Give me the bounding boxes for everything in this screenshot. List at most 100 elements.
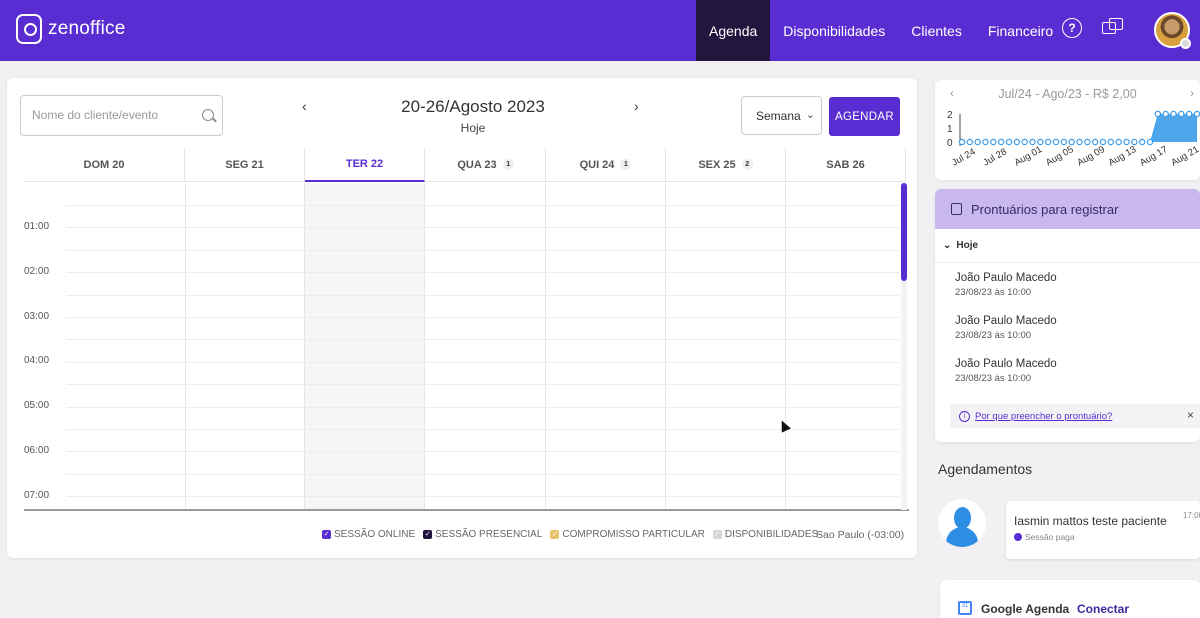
hour-label: 01:00 <box>24 221 50 232</box>
google-agenda-label: Google Agenda <box>981 602 1070 616</box>
day-header[interactable]: SAB 26 <box>786 148 906 182</box>
payment-status: Sessão paga <box>1014 532 1075 542</box>
day-header[interactable]: DOM 20 <box>24 148 185 182</box>
data-point <box>1146 138 1154 146</box>
event-count-badge: 1 <box>502 159 514 170</box>
data-point <box>1060 138 1068 146</box>
data-point <box>958 138 966 146</box>
x-tick-label: Aug 05 <box>1044 144 1076 169</box>
agendar-button[interactable]: AGENDAR <box>829 97 900 136</box>
x-tick-label: Aug 09 <box>1075 144 1107 169</box>
info-icon: i <box>959 410 970 422</box>
patient-avatar-icon <box>938 499 986 547</box>
day-header[interactable]: SEG 21 <box>185 148 305 182</box>
hour-label: 03:00 <box>24 310 50 322</box>
today-link[interactable]: Hoje <box>337 121 609 135</box>
scrollbar-thumb[interactable] <box>901 183 907 281</box>
why-link[interactable]: Por que preencher o prontuário? <box>975 411 1112 422</box>
day-label: SEX 25 <box>698 158 736 171</box>
legend-item[interactable]: ✓ COMPROMISSO PARTICULAR <box>550 529 705 540</box>
event-count-badge: 2 <box>741 159 753 170</box>
checkbox-icon[interactable]: ✓ <box>712 530 722 539</box>
day-column[interactable] <box>66 183 186 509</box>
y-tick-label: 2 <box>947 110 953 121</box>
help-icon[interactable]: ? <box>1062 18 1082 38</box>
day-label: SEG 21 <box>225 158 264 171</box>
legend-item[interactable]: ✓ SESSÃO ONLINE <box>322 529 415 540</box>
data-point <box>1044 138 1052 146</box>
day-column[interactable] <box>546 183 666 509</box>
grid-line <box>66 384 899 386</box>
checkbox-icon[interactable]: ✓ <box>322 530 331 539</box>
appointment-date: 23/08/23 às 10:00 <box>955 330 1032 341</box>
day-header[interactable]: QUA 23 1 <box>426 148 546 182</box>
data-point <box>1123 138 1130 146</box>
chevron-down-icon: ⌄ <box>805 109 815 121</box>
x-tick-label: Jul 28 <box>981 146 1008 168</box>
legend-item[interactable]: ✓ DISPONIBILIDADES <box>712 529 819 540</box>
logo-icon <box>16 14 42 44</box>
grid-line <box>66 272 899 274</box>
grid-line <box>66 451 899 453</box>
chevron-down-icon: ⌄ <box>943 240 952 251</box>
data-point <box>982 138 989 146</box>
appointment-patient: Iasmin mattos teste paciente <box>1014 514 1167 528</box>
nav-financeiro[interactable]: Financeiro <box>975 0 1066 61</box>
nav-agenda[interactable]: Agenda <box>696 0 771 61</box>
data-point <box>1052 138 1060 146</box>
x-tick-label: Aug 21 <box>1169 144 1200 169</box>
x-tick-label: Aug 01 <box>1013 144 1045 169</box>
google-agenda-card: 31 Google Agenda Conectar <box>940 580 1200 618</box>
appointment-date: 23/08/23 às 10:00 <box>955 287 1032 298</box>
checkbox-icon[interactable]: ✓ <box>423 530 433 539</box>
patient-name: João Paulo Macedo <box>955 272 1057 284</box>
prontuarios-header: Prontuários para registrar <box>935 189 1200 229</box>
grid-line <box>66 473 899 475</box>
payment-status-label: Sessão paga <box>1025 532 1075 542</box>
grid-line <box>66 496 899 498</box>
list-item[interactable]: João Paulo Macedo 23/08/23 às 10:00 <box>935 358 1200 392</box>
day-column[interactable] <box>185 183 305 509</box>
day-column[interactable] <box>305 183 425 509</box>
logo[interactable]: zenoffice <box>16 14 126 44</box>
prontuarios-card: Prontuários para registrar ⌄ Hoje João P… <box>935 189 1200 442</box>
legend-item[interactable]: ✓ SESSÃO PRESENCIAL <box>423 529 542 540</box>
appointment-date: 23/08/23 às 10:00 <box>955 373 1032 384</box>
list-item[interactable]: João Paulo Macedo 23/08/23 às 10:00 <box>935 315 1200 349</box>
group-toggle[interactable]: ⌄ Hoje <box>935 229 1200 263</box>
day-column[interactable] <box>786 183 906 509</box>
hour-label: 04:00 <box>24 355 50 367</box>
prev-week-button[interactable]: ‹ <box>302 98 307 114</box>
view-select-value: Semana <box>756 109 801 123</box>
connect-link[interactable]: Conectar <box>1077 602 1129 616</box>
search-input[interactable]: Nome do cliente/evento <box>20 95 223 136</box>
next-week-button[interactable]: › <box>634 98 639 114</box>
close-icon[interactable]: × <box>1187 408 1194 422</box>
view-select[interactable]: Semana ⌄ <box>741 96 822 135</box>
nav-disponibilidades[interactable]: Disponibilidades <box>770 0 898 61</box>
data-point <box>1107 138 1115 146</box>
data-point <box>1115 138 1122 146</box>
grid-line <box>66 406 899 408</box>
day-header[interactable]: TER 22 <box>305 148 425 182</box>
data-point <box>1076 138 1083 146</box>
clipboard-icon <box>951 203 962 215</box>
checkbox-icon[interactable]: ✓ <box>550 530 560 539</box>
y-tick-label: 1 <box>947 124 953 135</box>
data-point <box>1029 138 1036 146</box>
day-header[interactable]: SEX 25 2 <box>666 148 786 182</box>
nav-clientes[interactable]: Clientes <box>898 0 975 61</box>
list-item[interactable]: João Paulo Macedo 23/08/23 às 10:00 <box>935 272 1200 306</box>
day-header[interactable]: QUI 24 1 <box>546 148 666 182</box>
search-icon[interactable] <box>202 109 214 121</box>
chat-icon[interactable] <box>1102 18 1124 38</box>
legend-label: DISPONIBILIDADES <box>724 529 819 540</box>
data-point <box>1138 138 1146 146</box>
legend-label: COMPROMISSO PARTICULAR <box>562 529 705 540</box>
grid-line <box>66 317 899 318</box>
day-column[interactable] <box>426 183 546 509</box>
hour-label: 02:00 <box>24 265 50 277</box>
day-column[interactable] <box>666 183 786 509</box>
grid-line <box>66 294 899 296</box>
appointment-card[interactable]: Iasmin mattos teste paciente 17:00 Sessã… <box>1006 501 1200 559</box>
